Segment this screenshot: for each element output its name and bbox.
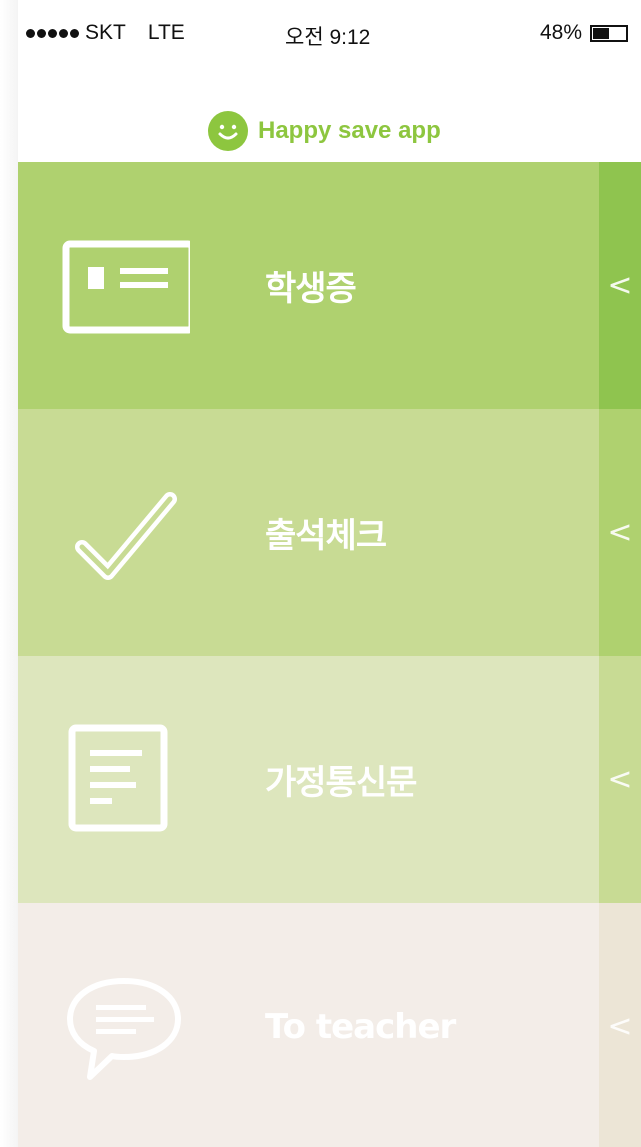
signal-strength-icon <box>26 28 79 38</box>
smiley-logo-icon <box>208 111 248 151</box>
menu-item-panel: 출석체크 <box>18 409 599 656</box>
app-screen: Happy save app 학생증 < 출석체크 < 가정통신문 < To t… <box>18 0 641 1147</box>
battery-fill <box>593 27 610 39</box>
menu-item-attendance[interactable]: 출석체크 < <box>18 409 641 656</box>
chevron-left-icon: < <box>607 515 633 550</box>
menu-item-tab[interactable]: < <box>599 903 641 1147</box>
id-card-icon <box>60 222 196 352</box>
left-edge <box>0 0 18 1147</box>
menu-item-panel: 가정통신문 <box>18 656 599 903</box>
menu-item-label: To teacher <box>265 1006 456 1047</box>
network-type: LTE <box>147 21 185 44</box>
document-icon <box>60 716 190 846</box>
status-bar: SKT LTE 오전 9:12 48% <box>0 0 641 62</box>
battery-icon <box>590 24 629 42</box>
carrier-name: SKT <box>85 21 126 44</box>
chevron-left-icon: < <box>607 762 633 797</box>
chevron-left-icon: < <box>607 268 633 303</box>
battery-percent: 48% <box>540 21 583 44</box>
menu-item-to-teacher[interactable]: To teacher < <box>18 903 641 1147</box>
menu-item-label: 학생증 <box>265 269 357 309</box>
menu-item-newsletter[interactable]: 가정통신문 < <box>18 656 641 903</box>
menu-item-panel: 학생증 <box>18 162 599 409</box>
status-left: SKT LTE <box>26 21 185 45</box>
app-title: Happy save app <box>258 117 441 144</box>
status-time: 오전 9:12 <box>285 26 371 49</box>
chevron-left-icon: < <box>607 1009 633 1044</box>
menu-item-label: 출석체크 <box>265 516 387 556</box>
menu-item-panel: To teacher <box>18 903 599 1147</box>
app-brand: Happy save app <box>208 111 441 151</box>
main-menu: 학생증 < 출석체크 < 가정통신문 < To teacher < <box>18 162 641 1147</box>
menu-item-label: 가정통신문 <box>265 763 417 803</box>
menu-item-student-id[interactable]: 학생증 < <box>18 162 641 409</box>
status-right: 48% <box>540 21 629 45</box>
checkmark-icon <box>60 469 190 599</box>
menu-item-tab[interactable]: < <box>599 162 641 409</box>
menu-item-tab[interactable]: < <box>599 409 641 656</box>
menu-item-tab[interactable]: < <box>599 656 641 903</box>
chat-bubble-icon <box>60 963 190 1093</box>
